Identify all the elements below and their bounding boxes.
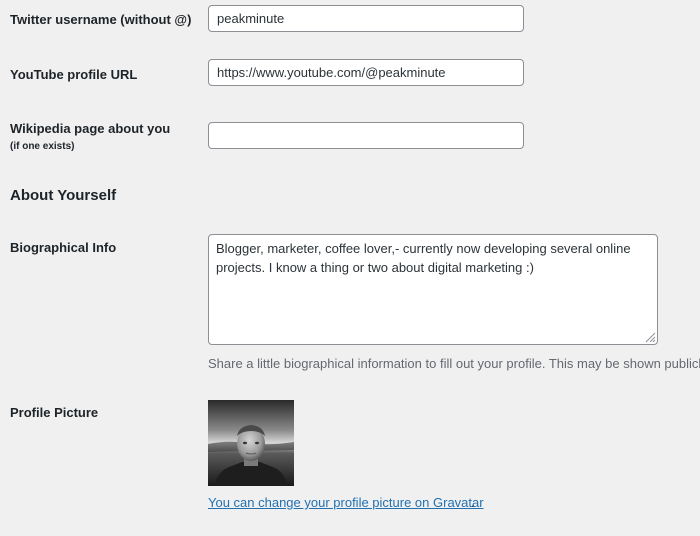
avatar-photo-icon	[208, 400, 294, 486]
gravatar-link-suffix: .	[471, 495, 475, 510]
wikipedia-page-sublabel: (if one exists)	[10, 141, 75, 152]
profile-picture-label: Profile Picture	[10, 405, 99, 420]
twitter-username-label: Twitter username (without @)	[10, 12, 192, 27]
biographical-info-description: Share a little biographical information …	[208, 356, 700, 371]
avatar	[208, 400, 294, 486]
youtube-url-label: YouTube profile URL	[10, 67, 138, 82]
gravatar-link[interactable]: You can change your profile picture on G…	[208, 495, 484, 510]
biographical-info-label: Biographical Info	[10, 240, 117, 255]
twitter-username-input[interactable]	[208, 5, 524, 32]
profile-settings-page: Twitter username (without @) YouTube pro…	[0, 0, 700, 536]
youtube-url-input[interactable]	[208, 59, 524, 86]
wikipedia-page-input[interactable]	[208, 122, 524, 149]
wikipedia-page-label: Wikipedia page about you	[10, 121, 171, 136]
biographical-info-textarea[interactable]: Blogger, marketer, coffee lover,- curren…	[208, 234, 658, 345]
about-yourself-heading: About Yourself	[10, 187, 117, 204]
resize-grip-icon[interactable]	[644, 331, 656, 343]
